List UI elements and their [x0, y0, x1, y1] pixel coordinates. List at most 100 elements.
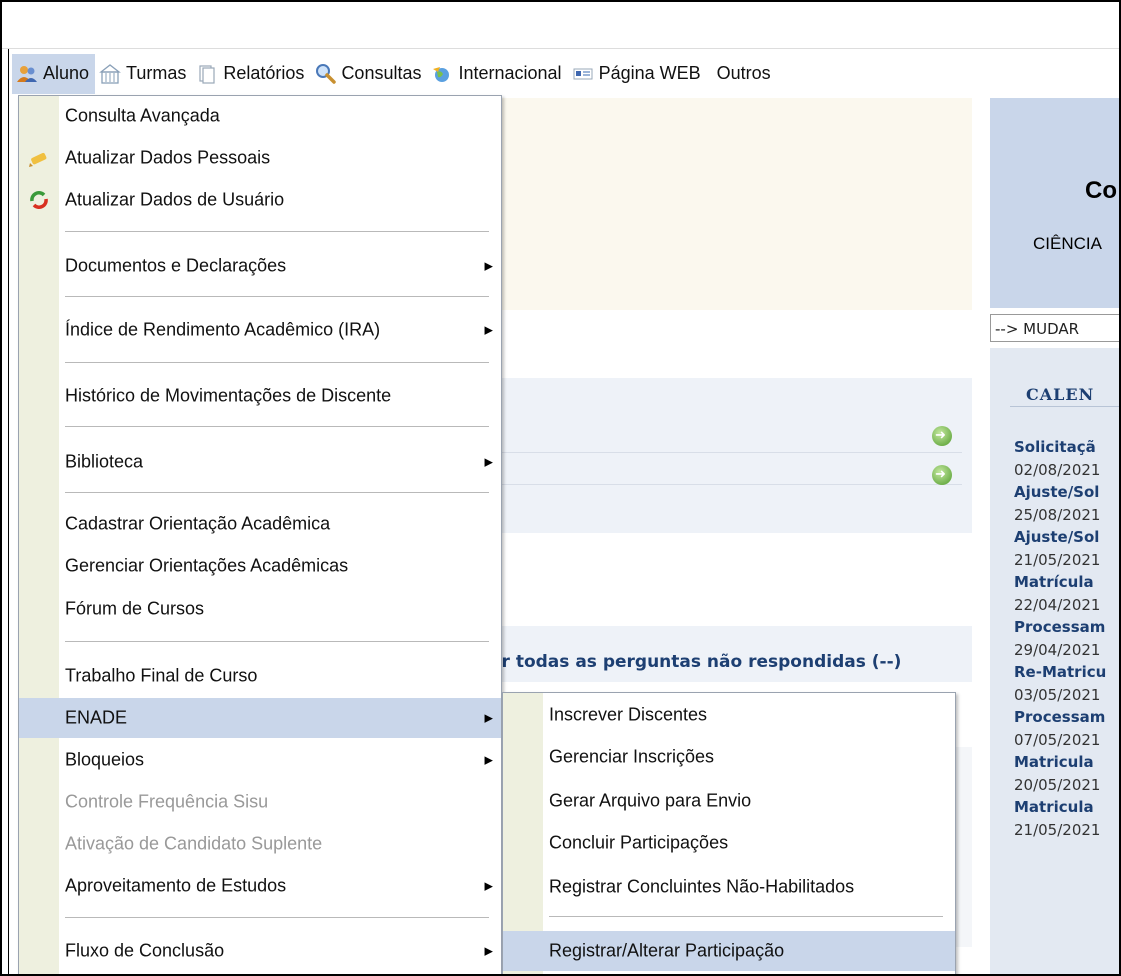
menu-item-label: Atualizar Dados Pessoais [65, 147, 271, 168]
menu-pagina-web-label: Página WEB [598, 63, 701, 83]
menu-relatorios-label: Relatórios [223, 63, 305, 83]
menu-item-trabalho-final[interactable]: Trabalho Final de Curso [19, 656, 501, 696]
menu-separator [65, 917, 489, 918]
menu-item-label: Documentos e Declarações [65, 255, 287, 276]
change-course-select[interactable]: --> MUDAR [990, 314, 1119, 342]
menu-item-gerar-arquivo[interactable]: Gerar Arquivo para Envio [503, 781, 955, 821]
menu-item-inscrever-discentes[interactable]: Inscrever Discentes [503, 695, 955, 735]
unanswered-questions-link[interactable]: er todas as perguntas não respondidas (-… [490, 652, 901, 672]
menu-item-label: Cadastrar Orientação Acadêmica [65, 513, 331, 534]
menu-item-documentos-declaracoes[interactable]: Documentos e Declarações ▶ [19, 246, 501, 286]
menu-item-historico-movimentacoes[interactable]: Histórico de Movimentações de Discente [19, 376, 501, 416]
menu-item-label: Ativação de Candidato Suplente [65, 833, 323, 854]
building-icon [99, 63, 121, 84]
menu-item-label: Inscrever Discentes [549, 704, 708, 725]
calendar-event-date: 03/05/2021 [1014, 685, 1101, 704]
go-arrow-icon[interactable] [932, 426, 952, 446]
menu-item-label: Gerenciar Inscrições [549, 746, 715, 767]
menu-item-gerenciar-orientacoes[interactable]: Gerenciar Orientações Acadêmicas [19, 546, 501, 586]
menu-consultas[interactable]: Consultas [310, 54, 427, 94]
browser-frame: er todas as perguntas não respondidas (-… [0, 0, 1121, 976]
menu-item-fluxo-conclusao[interactable]: Fluxo de Conclusão ▶ [19, 931, 501, 971]
menu-item-biblioteca[interactable]: Biblioteca ▶ [19, 442, 501, 482]
menu-item-label: Trabalho Final de Curso [65, 665, 258, 686]
submenu-arrow-icon: ▶ [484, 712, 493, 725]
calendar-title: CALEN [1026, 385, 1095, 404]
submenu-arrow-icon: ▶ [484, 260, 493, 273]
menu-item-concluir-participacoes[interactable]: Concluir Participações [503, 823, 955, 863]
menu-turmas-label: Turmas [126, 63, 187, 83]
menu-internacional-label: Internacional [458, 63, 562, 83]
menu-separator [65, 492, 489, 493]
go-arrow-icon[interactable] [932, 465, 952, 485]
calendar-event-title: Matricula [1014, 753, 1094, 771]
menu-item-cadastrar-orientacao[interactable]: Cadastrar Orientação Acadêmica [19, 504, 501, 544]
menu-item-registrar-concluintes[interactable]: Registrar Concluintes Não-Habilitados [503, 867, 955, 907]
menu-item-label: Consulta Avançada [65, 105, 220, 126]
calendar-event-title: Matricula [1014, 798, 1094, 816]
menu-item-registrar-alterar-participacao[interactable]: Registrar/Alterar Participação [503, 931, 955, 971]
submenu-arrow-icon: ▶ [484, 456, 493, 469]
submenu-arrow-icon: ▶ [484, 880, 493, 893]
menu-item-enade[interactable]: ENADE ▶ [19, 698, 501, 738]
menu-item-controle-frequencia: Controle Frequência Sisu [19, 782, 501, 822]
calendar-event-title: Ajuste/Sol [1014, 528, 1100, 546]
menu-item-label: Gerenciar Orientações Acadêmicas [65, 555, 349, 576]
menu-item-label: Registrar/Alterar Participação [549, 940, 785, 961]
menu-item-label: Registrar Concluintes Não-Habilitados [549, 876, 855, 897]
menu-separator [65, 641, 489, 642]
refresh-user-icon [30, 191, 48, 209]
calendar-event-title: Solicitaçã [1014, 438, 1096, 456]
menu-outros-label: Outros [716, 63, 771, 83]
menu-relatorios[interactable]: Relatórios [192, 54, 310, 94]
magnifier-icon [316, 63, 337, 84]
calendar-event-title: Matrícula [1014, 573, 1094, 591]
menu-separator [549, 916, 943, 917]
aluno-dropdown-menu: Consulta Avançada Atualizar Dados Pessoa… [18, 95, 502, 974]
calendar-list: Solicitaçã 02/08/2021 Ajuste/Sol 25/08/2… [1014, 436, 1106, 841]
menu-separator [65, 426, 489, 427]
menu-item-atualizar-dados-pessoais[interactable]: Atualizar Dados Pessoais [19, 138, 501, 178]
submenu-arrow-icon: ▶ [484, 945, 493, 958]
menu-item-label: Histórico de Movimentações de Discente [65, 385, 392, 406]
calendar-event-date: 22/04/2021 [1014, 595, 1101, 614]
menu-item-gerenciar-inscricoes[interactable]: Gerenciar Inscrições [503, 737, 955, 777]
menu-aluno-label: Aluno [43, 63, 90, 83]
menu-aluno[interactable]: Aluno [12, 53, 96, 94]
calendar-event-title: Processam [1014, 708, 1106, 726]
menu-item-label: Gerar Arquivo para Envio [549, 790, 752, 811]
menu-item-label: Aproveitamento de Estudos [65, 875, 287, 896]
menu-item-label: ENADE [65, 707, 128, 728]
menu-item-label: Bloqueios [65, 749, 145, 770]
menu-internacional[interactable]: Internacional [427, 54, 567, 94]
webpage-icon [573, 68, 593, 79]
divider [1010, 406, 1119, 407]
menu-item-label: Biblioteca [65, 451, 144, 472]
pending-row [472, 452, 962, 485]
menu-item-ativacao-candidato: Ativação de Candidato Suplente [19, 824, 501, 864]
course-title: Co [1085, 177, 1117, 204]
menu-item-label: Concluir Participações [549, 832, 729, 853]
calendar-event-date: 07/05/2021 [1014, 730, 1101, 749]
menu-item-indice-rendimento[interactable]: Índice de Rendimento Acadêmico (IRA) ▶ [19, 310, 501, 350]
menu-outros[interactable]: Outros [707, 54, 777, 94]
document-icon [199, 64, 215, 84]
menu-item-consulta-avancada[interactable]: Consulta Avançada [19, 96, 501, 136]
menu-item-bloqueios[interactable]: Bloqueios ▶ [19, 740, 501, 780]
calendar-event-date: 21/05/2021 [1014, 820, 1101, 839]
menu-item-label: Fluxo de Conclusão [65, 940, 225, 961]
menu-item-forum-cursos[interactable]: Fórum de Cursos [19, 589, 501, 629]
submenu-arrow-icon: ▶ [484, 754, 493, 767]
calendar-event-title: Processam [1014, 618, 1106, 636]
menu-pagina-web[interactable]: Página WEB [568, 54, 707, 94]
menu-item-label: Atualizar Dados de Usuário [65, 189, 285, 210]
menu-item-aproveitamento-estudos[interactable]: Aproveitamento de Estudos ▶ [19, 866, 501, 906]
calendar-event-title: Ajuste/Sol [1014, 483, 1100, 501]
calendar-event-title: Re-Matricu [1014, 663, 1107, 681]
enade-submenu: Inscrever Discentes Gerenciar Inscrições… [502, 692, 956, 974]
menu-item-atualizar-dados-usuario[interactable]: Atualizar Dados de Usuário [19, 180, 501, 220]
menu-turmas[interactable]: Turmas [95, 54, 192, 94]
menu-consultas-label: Consultas [341, 63, 422, 83]
calendar-event-date: 29/04/2021 [1014, 640, 1101, 659]
welcome-panel [472, 98, 972, 310]
